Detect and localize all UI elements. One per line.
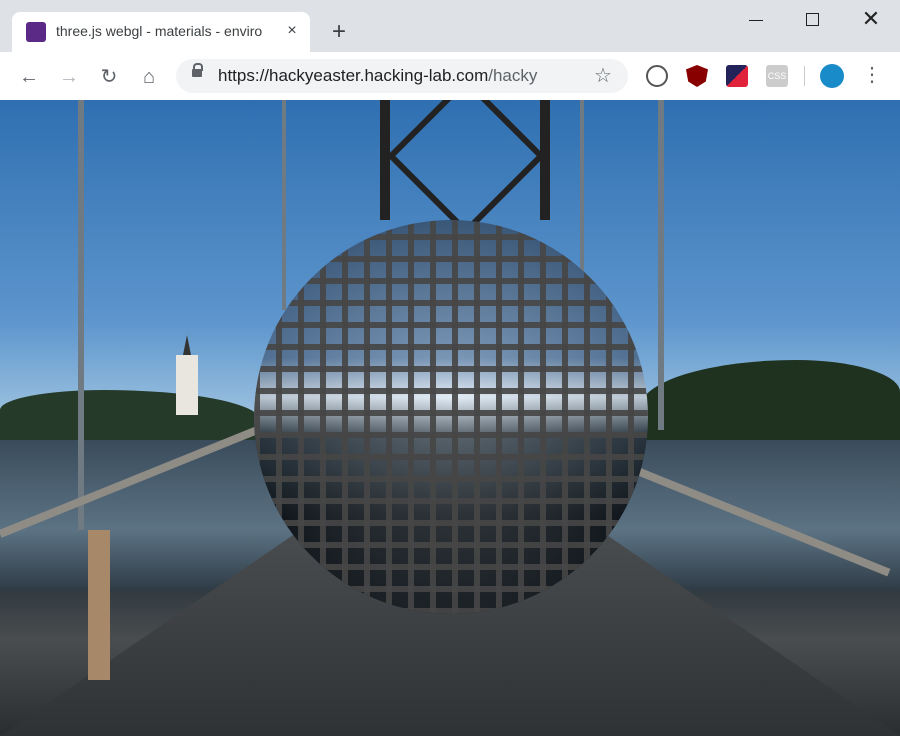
extension-lock-icon[interactable] (646, 65, 668, 87)
close-window-button[interactable]: ✕ (856, 6, 886, 34)
railing-post (88, 530, 110, 680)
extension-flag-icon[interactable] (726, 65, 748, 87)
browser-tab[interactable]: three.js webgl - materials - enviro × (12, 12, 310, 52)
reload-icon[interactable]: ↻ (96, 64, 122, 90)
home-icon[interactable]: ⌂ (136, 64, 162, 90)
bunny-skull-favicon-icon (26, 22, 46, 42)
address-bar[interactable]: https://hackyeaster.hacking-lab.com/hack… (176, 59, 628, 93)
profile-avatar[interactable] (820, 64, 844, 88)
minimize-button[interactable] (741, 6, 771, 34)
sphere-tile-grid (254, 220, 648, 614)
bookmark-star-icon[interactable]: ☆ (594, 63, 612, 88)
treeline-left (0, 390, 260, 440)
tab-title: three.js webgl - materials - enviro (56, 23, 263, 39)
url-host: https://hackyeaster.hacking-lab.com (218, 66, 489, 85)
css-extension-icon[interactable]: CSS (766, 65, 788, 87)
toolbar-separator (804, 66, 805, 86)
back-arrow-icon[interactable]: ← (16, 64, 42, 90)
church-tower (176, 335, 198, 415)
bridge-cable (282, 100, 286, 310)
menu-dots-icon[interactable]: ⋮ (860, 64, 884, 88)
treeline-right (640, 360, 900, 440)
ublock-origin-icon[interactable] (686, 65, 708, 87)
title-bar: three.js webgl - materials - enviro × + … (0, 0, 900, 52)
lock-icon[interactable] (192, 63, 203, 77)
bridge-cable (580, 100, 584, 280)
forward-arrow-icon[interactable]: → (56, 64, 82, 90)
mirror-sphere (254, 220, 648, 614)
bridge-cable (78, 100, 84, 530)
webgl-canvas[interactable] (0, 100, 900, 736)
new-tab-button[interactable]: + (326, 20, 352, 46)
maximize-button[interactable] (798, 6, 828, 34)
browser-toolbar: ← → ↻ ⌂ https://hackyeaster.hacking-lab.… (0, 52, 900, 101)
bridge-tower (380, 100, 550, 220)
url-text[interactable]: https://hackyeaster.hacking-lab.com/hack… (218, 66, 538, 86)
bridge-cable (658, 100, 664, 430)
tab-close-icon[interactable]: × (282, 21, 302, 41)
url-path: /hackye... (488, 66, 538, 85)
